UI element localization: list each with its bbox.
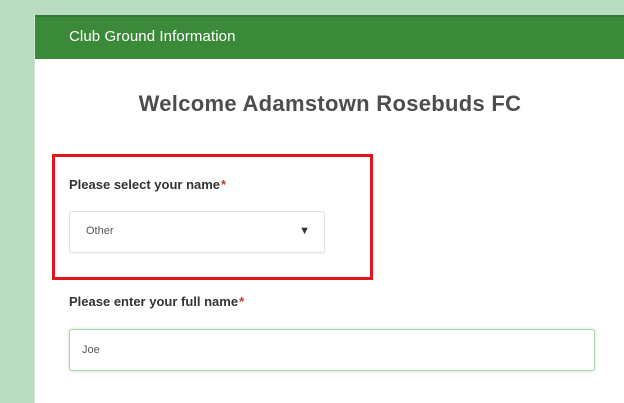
form-card: Club Ground Information Welcome Adamstow… bbox=[34, 15, 624, 403]
required-asterisk: * bbox=[221, 177, 227, 192]
select-name-label-text: Please select your name bbox=[69, 177, 221, 192]
card-header-title: Club Ground Information bbox=[69, 28, 236, 45]
name-select-value: Other bbox=[86, 225, 114, 237]
full-name-label: Please enter your full name* bbox=[69, 294, 244, 309]
required-asterisk: * bbox=[239, 294, 245, 309]
welcome-heading: Welcome Adamstown Rosebuds FC bbox=[138, 91, 522, 116]
full-name-input-value: Joe bbox=[82, 344, 100, 356]
chevron-down-icon: ▼ bbox=[299, 225, 310, 237]
full-name-label-text: Please enter your full name bbox=[69, 294, 239, 309]
name-select-dropdown[interactable]: Other ▼ bbox=[69, 211, 325, 253]
select-name-label: Please select your name* bbox=[69, 177, 226, 192]
card-header: Club Ground Information bbox=[35, 15, 624, 59]
page-background: Club Ground Information Welcome Adamstow… bbox=[0, 0, 624, 403]
full-name-input[interactable]: Joe bbox=[69, 329, 595, 371]
